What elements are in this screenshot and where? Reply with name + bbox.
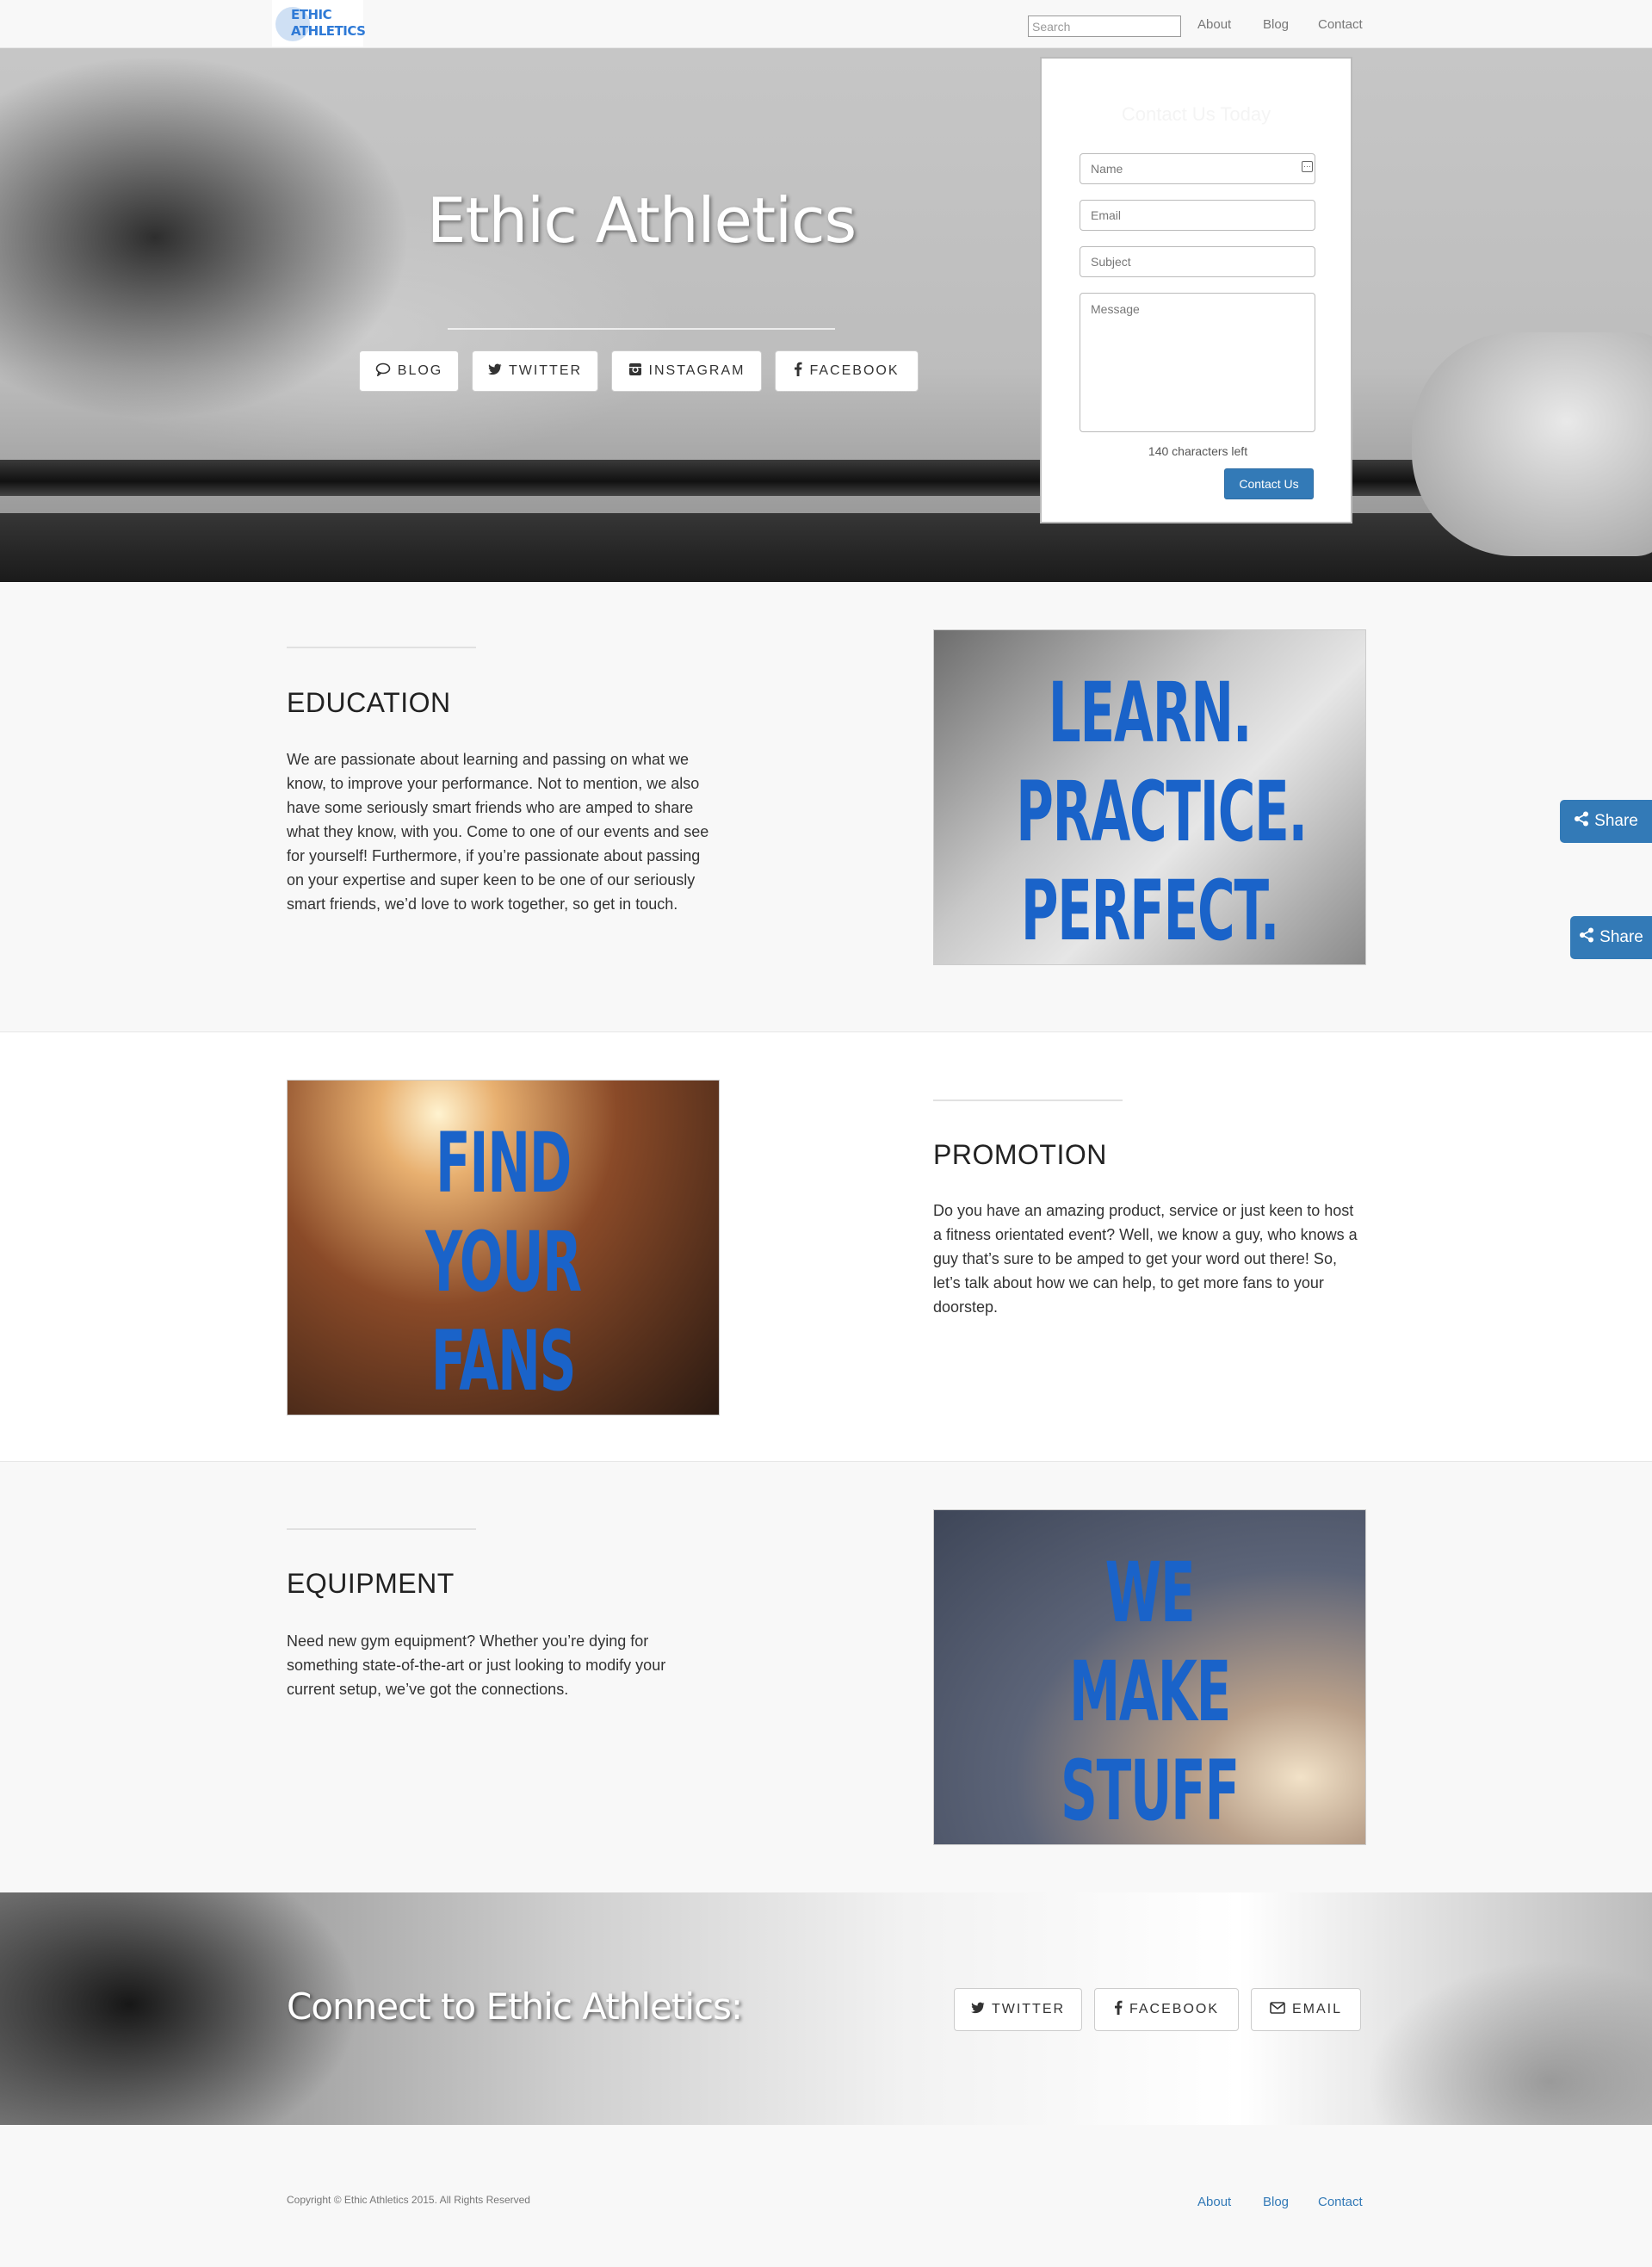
share-button-label: Share [1599, 928, 1643, 946]
hero-title: Ethic Athletics [426, 184, 857, 257]
copyright-text: Copyright © Ethic Athletics 2015. All Ri… [287, 2194, 530, 2206]
message-field[interactable] [1080, 293, 1315, 432]
equipment-section: EQUIPMENT Need new gym equipment? Whethe… [0, 1462, 1652, 1892]
nav-link-contact[interactable]: Contact [1318, 17, 1363, 32]
connect-email-button[interactable]: EMAIL [1251, 1988, 1361, 2031]
navbar: ETHIC ATHLETICS About Blog Contact [0, 0, 1652, 48]
share-icon [1574, 811, 1589, 832]
equipment-image-text-1: WE [1104, 1545, 1196, 1641]
hero-twitter-label: TWITTER [508, 363, 583, 378]
connect-facebook-label: FACEBOOK [1129, 2002, 1220, 2016]
footer-link-about[interactable]: About [1197, 2195, 1231, 2209]
promotion-section: FIND YOUR FANS PROMOTION Do you have an … [0, 1031, 1652, 1462]
education-rule [287, 647, 476, 648]
nav-link-about[interactable]: About [1197, 17, 1231, 32]
connect-facebook-button[interactable]: FACEBOOK [1094, 1988, 1239, 2031]
equipment-title: EQUIPMENT [287, 1568, 455, 1599]
hero-barbell [0, 460, 1652, 496]
logo-text-line2: ATHLETICS [291, 23, 366, 39]
hero-instagram-label: INSTAGRAM [648, 363, 746, 378]
promotion-title: PROMOTION [933, 1139, 1107, 1170]
envelope-icon [1270, 2001, 1285, 2018]
equipment-image: WE MAKE STUFF [933, 1509, 1366, 1845]
promotion-image-text-1: FIND [435, 1115, 572, 1211]
hero-facebook-label: FACEBOOK [809, 363, 900, 378]
connect-title: Connect to Ethic Athletics: [287, 1985, 743, 2028]
logo-text-line1: ETHIC [291, 7, 332, 22]
site-logo[interactable]: ETHIC ATHLETICS [272, 0, 366, 46]
hero-instagram-button[interactable]: INSTAGRAM [611, 350, 762, 392]
education-title: EDUCATION [287, 687, 451, 718]
education-text: We are passionate about learning and pas… [287, 751, 709, 913]
equipment-text: Need new gym equipment? Whether you’re d… [287, 1632, 666, 1698]
hero-facebook-button[interactable]: FACEBOOK [775, 350, 919, 392]
promotion-image-text-3: FANS [430, 1313, 577, 1409]
equipment-rule [287, 1528, 476, 1530]
education-image-text-3: PERFECT. [1020, 863, 1280, 959]
share-button-1[interactable]: Share [1560, 800, 1652, 843]
nav-link-blog[interactable]: Blog [1263, 17, 1289, 32]
footer-link-contact[interactable]: Contact [1318, 2195, 1363, 2209]
hero-shadow [0, 513, 1652, 582]
education-image: LEARN. PRACTICE. PERFECT. [933, 629, 1366, 965]
hero-blog-button[interactable]: BLOG [359, 350, 459, 392]
facebook-icon [794, 362, 802, 381]
hero-banner: Ethic Athletics BLOG TWITTER INSTAGRAM F… [0, 48, 1652, 582]
contact-us-button[interactable]: Contact Us [1224, 468, 1314, 499]
hero-blog-label: BLOG [397, 363, 443, 378]
twitter-icon [970, 2002, 985, 2018]
share-icon [1579, 927, 1594, 948]
contact-form-title: Contact Us Today [1121, 103, 1271, 125]
connect-banner: Connect to Ethic Athletics: TWITTER FACE… [0, 1892, 1652, 2125]
promotion-image: FIND YOUR FANS [287, 1080, 720, 1415]
characters-left-counter: 140 characters left [1148, 444, 1248, 458]
footer-link-blog[interactable]: Blog [1263, 2195, 1289, 2209]
autofill-icon[interactable]: ⋯ [1302, 161, 1313, 172]
footer: Copyright © Ethic Athletics 2015. All Ri… [0, 2125, 1652, 2267]
hero-twitter-button[interactable]: TWITTER [472, 350, 598, 392]
twitter-icon [487, 363, 502, 380]
search-input[interactable] [1028, 15, 1181, 37]
education-image-text-1: LEARN. [1048, 665, 1253, 761]
instagram-icon [628, 362, 642, 381]
education-image-text-2: PRACTICE. [1016, 764, 1308, 860]
equipment-image-text-2: MAKE [1068, 1644, 1231, 1740]
equipment-image-text-3: STUFF [1061, 1743, 1240, 1839]
contact-form: Contact Us Today ⋯ 140 characters left C… [1040, 57, 1352, 523]
email-field[interactable] [1080, 200, 1315, 231]
promotion-text: Do you have an amazing product, service … [933, 1202, 1358, 1316]
share-button-label: Share [1594, 812, 1638, 830]
connect-email-label: EMAIL [1291, 2002, 1342, 2016]
promotion-image-text-2: YOUR [425, 1214, 582, 1310]
education-section: EDUCATION We are passionate about learni… [0, 582, 1652, 1013]
name-field[interactable] [1080, 153, 1315, 184]
promotion-rule [933, 1099, 1123, 1101]
facebook-icon [1114, 2000, 1123, 2019]
connect-twitter-label: TWITTER [991, 2002, 1066, 2016]
hero-hand-image [1412, 332, 1652, 556]
comment-icon [375, 362, 391, 381]
share-button-2[interactable]: Share [1570, 916, 1652, 959]
hero-divider [448, 328, 835, 330]
subject-field[interactable] [1080, 246, 1315, 277]
connect-twitter-button[interactable]: TWITTER [954, 1988, 1082, 2031]
